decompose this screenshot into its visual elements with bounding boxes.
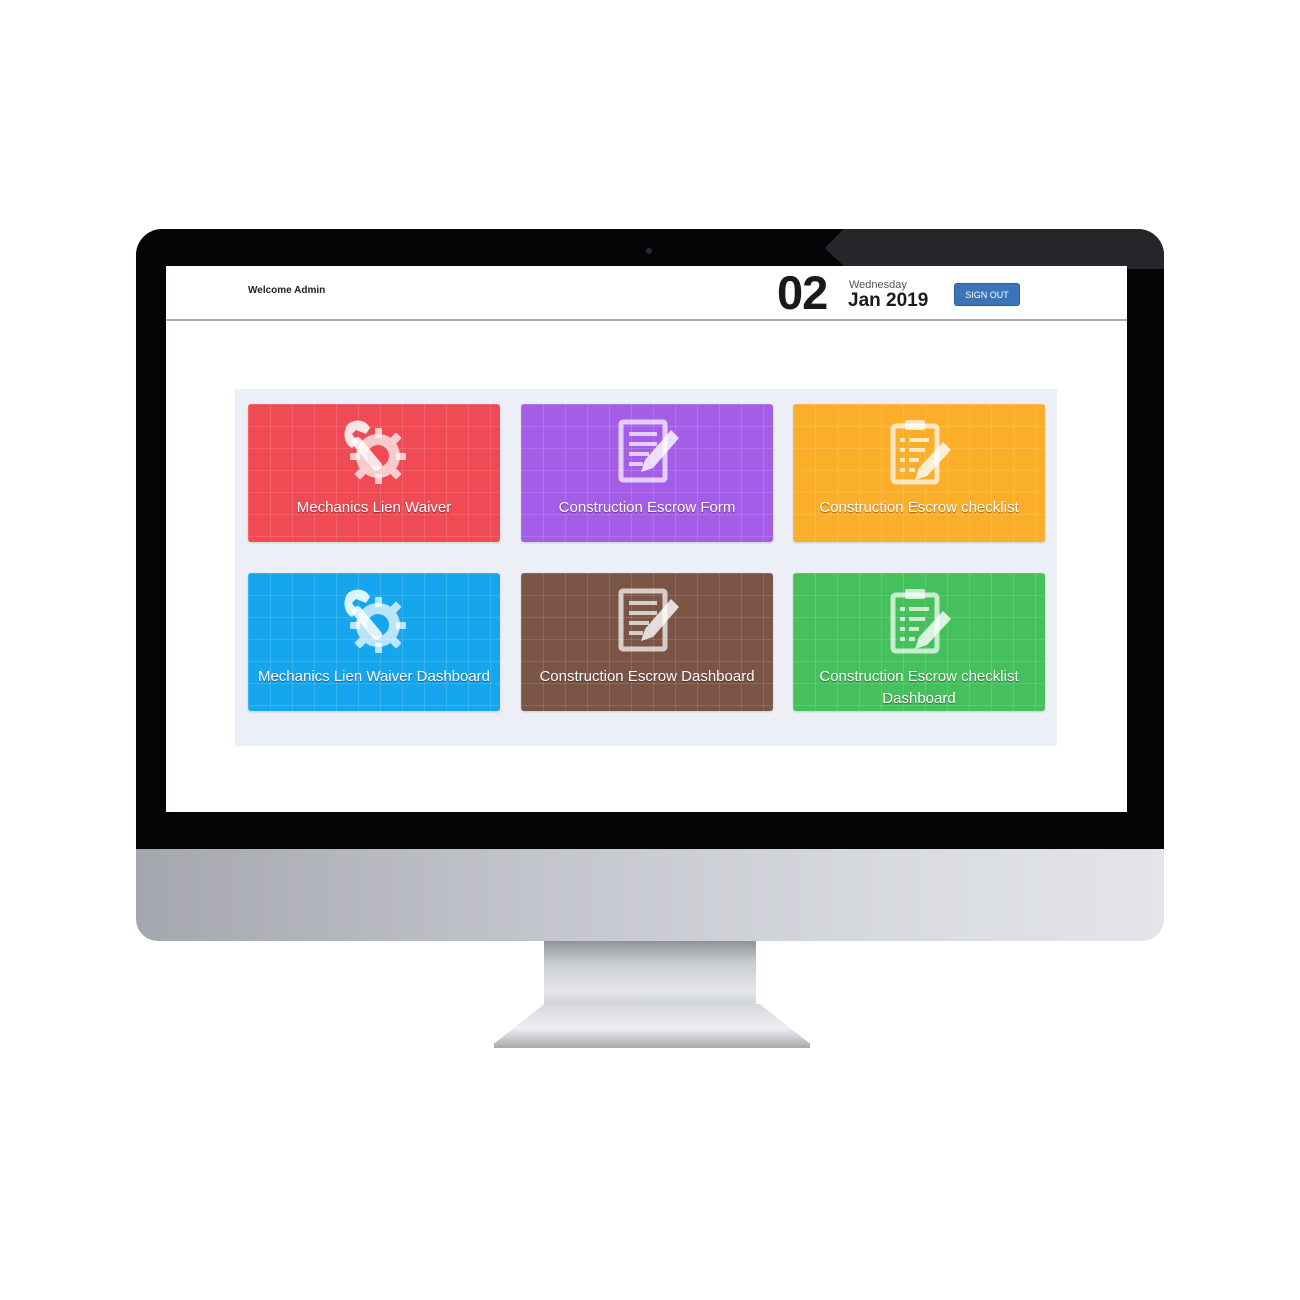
- wrench-gear-icon: [340, 585, 410, 657]
- document-pencil-icon: [613, 585, 683, 657]
- camera-dot: [646, 248, 652, 254]
- tile-mechanics-lien-waiver[interactable]: Mechanics Lien Waiver: [248, 404, 500, 542]
- tile-label: Construction Escrow Dashboard: [539, 668, 755, 685]
- clipboard-pencil-icon: [885, 585, 955, 657]
- monitor-chin: [136, 849, 1164, 941]
- date-month-year: Jan 2019: [848, 290, 929, 311]
- tile-label: Construction Escrow checklist: [819, 499, 1019, 516]
- monitor-mockup: Welcome Admin 02 Wednesday Jan 2019 SIGN…: [0, 0, 1300, 1300]
- clipboard-pencil-icon: [885, 416, 955, 488]
- tiles-panel: Mechanics Lien Waiver Construction Escro…: [235, 389, 1057, 746]
- bezel-glare: [804, 229, 1164, 269]
- wrench-gear-icon: [340, 416, 410, 488]
- tile-mechanics-lien-waiver-dashboard[interactable]: Mechanics Lien Waiver Dashboard: [248, 573, 500, 711]
- app-screen: Welcome Admin 02 Wednesday Jan 2019 SIGN…: [166, 266, 1127, 812]
- sign-out-button[interactable]: SIGN OUT: [954, 283, 1020, 306]
- monitor-stand-neck: [544, 941, 756, 1013]
- welcome-text: Welcome Admin: [248, 285, 326, 296]
- tile-construction-escrow-dashboard[interactable]: Construction Escrow Dashboard: [521, 573, 773, 711]
- tile-construction-escrow-checklist[interactable]: Construction Escrow checklist: [793, 404, 1045, 542]
- tile-construction-escrow-form[interactable]: Construction Escrow Form: [521, 404, 773, 542]
- monitor-stand-foot: [494, 1004, 810, 1048]
- tile-label: Mechanics Lien Waiver: [296, 499, 452, 516]
- document-pencil-icon: [613, 416, 683, 488]
- tile-label: Mechanics Lien Waiver Dashboard: [257, 668, 491, 685]
- tile-label: Construction Escrow checklist Dashboard: [819, 668, 1019, 707]
- top-bar: Welcome Admin 02 Wednesday Jan 2019 SIGN…: [166, 266, 1127, 321]
- date-day: 02: [777, 266, 828, 319]
- tile-construction-escrow-checklist-dashboard[interactable]: Construction Escrow checklist Dashboard: [793, 573, 1045, 711]
- tile-label: Construction Escrow Form: [558, 499, 736, 516]
